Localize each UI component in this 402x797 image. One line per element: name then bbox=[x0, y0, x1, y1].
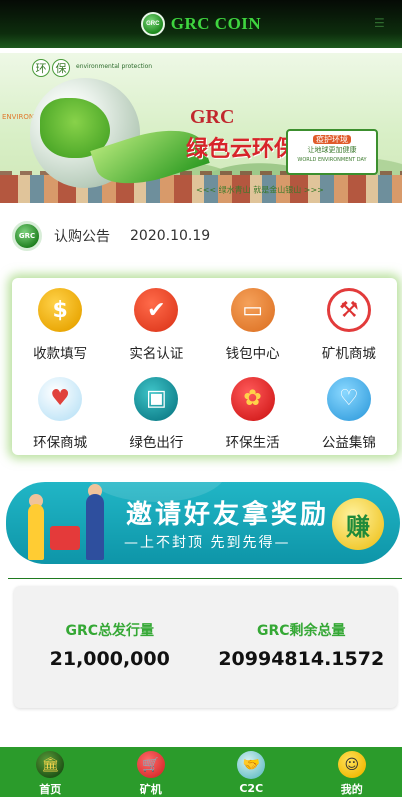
section-divider bbox=[8, 578, 402, 579]
announcement-label[interactable]: 认购公告 bbox=[54, 226, 110, 246]
gift-box-icon bbox=[50, 526, 80, 550]
nav-label: 矿机 bbox=[139, 783, 162, 796]
grc-logo-icon: GRC bbox=[140, 12, 165, 36]
invite-people-illustration bbox=[20, 484, 130, 562]
bottom-nav: 🏛 首页 🛒 矿机 🤝 C2C ☺ 我的 bbox=[0, 747, 402, 797]
verified-user-icon: ✔ bbox=[134, 288, 179, 332]
menu-label: 实名认证 bbox=[129, 346, 184, 362]
env-subtitle: environmental protection bbox=[76, 63, 153, 70]
menu-item-miner-shop[interactable]: ⚒ 矿机商城 bbox=[301, 278, 397, 367]
eco-life-icon: ✿ bbox=[230, 376, 275, 421]
nav-item-home[interactable]: 🏛 首页 bbox=[0, 747, 101, 797]
handshake-icon: 🤝 bbox=[237, 751, 266, 779]
stat-label: GRC剩余总量 bbox=[256, 623, 346, 639]
banner-subline: <<< 绿水青山 就是金山银山 >>> bbox=[196, 185, 324, 195]
menu-item-eco-life[interactable]: ✿ 环保生活 bbox=[205, 367, 301, 456]
menu-item-green-travel[interactable]: ▣ 绿色出行 bbox=[108, 367, 204, 456]
app-title: GRC COIN bbox=[170, 14, 262, 33]
nav-label: 首页 bbox=[39, 783, 62, 796]
menu-item-charity[interactable]: ♡ 公益集锦 bbox=[301, 367, 397, 456]
banner-slogan: 绿色云环保 bbox=[186, 137, 297, 162]
invite-title: 邀请好友拿奖励 bbox=[126, 500, 330, 530]
badge-line1: 疫护环境 bbox=[313, 135, 351, 144]
stat-remaining-supply: GRC剩余总量 20994814.1572 bbox=[206, 586, 398, 708]
menu-label: 绿色出行 bbox=[129, 434, 184, 451]
announcement-bar[interactable]: GRC 认购公告 2020.10.19 bbox=[12, 220, 210, 252]
menu-item-verification[interactable]: ✔ 实名认证 bbox=[108, 278, 204, 367]
menu-icon[interactable]: ☰ bbox=[374, 16, 388, 30]
person-body bbox=[86, 494, 104, 560]
stat-label: GRC总发行量 bbox=[65, 623, 155, 639]
nav-item-miner[interactable]: 🛒 矿机 bbox=[101, 747, 202, 797]
env-char-1: 环 bbox=[32, 59, 50, 77]
env-char-2: 保 bbox=[52, 59, 70, 77]
badge-line3: WORLD ENVIRONMENT DAY bbox=[297, 157, 367, 163]
feature-menu: $ 收款填写 ✔ 实名认证 ▭ 钱包中心 ⚒ 矿机商城 ♥ 环保商城 ▣ 绿色出… bbox=[12, 278, 397, 455]
banner-badge: 疫护环境 让地球更加健康 WORLD ENVIRONMENT DAY bbox=[286, 129, 378, 175]
brand: GRC GRC COIN bbox=[140, 12, 262, 36]
menu-item-wallet[interactable]: ▭ 钱包中心 bbox=[205, 278, 301, 367]
earn-badge[interactable]: 赚 bbox=[332, 498, 384, 550]
menu-label: 矿机商城 bbox=[321, 346, 376, 362]
menu-label: 钱包中心 bbox=[225, 346, 280, 362]
profile-avatar-icon: ☺ bbox=[337, 751, 366, 778]
invite-subtitle: —上不封顶 先到先得— bbox=[124, 535, 291, 551]
wallet-card-icon: ▭ bbox=[230, 288, 275, 332]
charity-heart-icon: ♡ bbox=[326, 376, 371, 421]
hero-banner[interactable]: ENVIRONMENT DAY 环 保 environmental protec… bbox=[0, 53, 402, 203]
badge-line2: 让地球更加健康 bbox=[307, 146, 357, 154]
menu-item-eco-shop[interactable]: ♥ 环保商城 bbox=[12, 367, 108, 456]
miner-icon: ⚒ bbox=[326, 288, 371, 332]
top-header: GRC GRC COIN ☰ bbox=[0, 0, 402, 48]
grc-notice-logo-icon: GRC bbox=[12, 221, 42, 251]
menu-label: 环保商城 bbox=[33, 434, 88, 451]
menu-item-payment[interactable]: $ 收款填写 bbox=[12, 278, 108, 367]
invite-friends-banner[interactable]: 邀请好友拿奖励 —上不封顶 先到先得— 赚 bbox=[6, 482, 400, 564]
stat-value: 20994814.1572 bbox=[218, 648, 385, 670]
miner-cart-icon: 🛒 bbox=[136, 751, 165, 778]
dollar-coin-icon: $ bbox=[38, 288, 83, 332]
nav-label: C2C bbox=[239, 782, 264, 795]
env-tag: 环 保 bbox=[32, 59, 70, 77]
announcement-date: 2020.10.19 bbox=[130, 228, 211, 244]
green-travel-icon: ▣ bbox=[134, 376, 179, 421]
token-stats-card: GRC总发行量 21,000,000 GRC剩余总量 20994814.1572 bbox=[14, 586, 397, 708]
home-bank-icon: 🏛 bbox=[36, 751, 65, 778]
shop-icon: ♥ bbox=[38, 376, 83, 421]
stat-total-supply: GRC总发行量 21,000,000 bbox=[14, 586, 206, 708]
menu-label: 环保生活 bbox=[225, 434, 280, 451]
stat-value: 21,000,000 bbox=[49, 648, 170, 670]
nav-label: 我的 bbox=[340, 783, 363, 796]
nav-item-profile[interactable]: ☺ 我的 bbox=[302, 747, 402, 797]
person-body bbox=[28, 504, 44, 560]
menu-label: 收款填写 bbox=[33, 346, 88, 362]
nav-item-c2c[interactable]: 🤝 C2C bbox=[201, 747, 302, 797]
banner-brand: GRC bbox=[190, 106, 235, 128]
menu-label: 公益集锦 bbox=[321, 434, 376, 451]
